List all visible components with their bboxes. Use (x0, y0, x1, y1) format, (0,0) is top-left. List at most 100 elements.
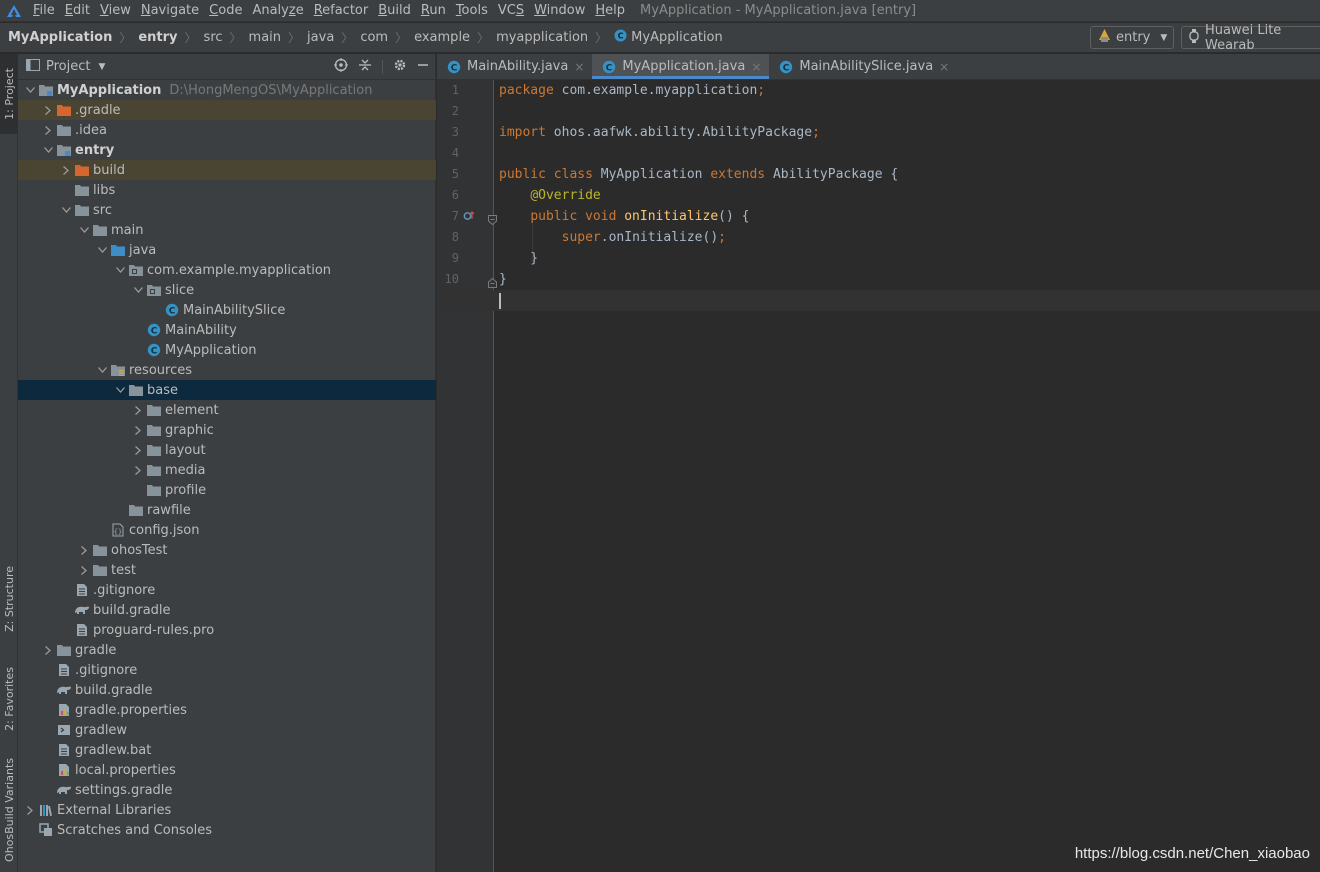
chevron-right-icon[interactable] (76, 560, 92, 580)
tree-item[interactable]: build.gradle (18, 680, 436, 700)
tree-item[interactable]: .idea (18, 120, 436, 140)
chevron-down-icon[interactable] (94, 240, 110, 260)
chevron-right-icon[interactable] (22, 800, 38, 820)
menu-refactor[interactable]: Refactor (309, 3, 374, 18)
chevron-down-icon[interactable] (40, 140, 56, 160)
tree-item[interactable]: src (18, 200, 436, 220)
menu-edit[interactable]: Edit (60, 3, 95, 18)
chevron-right-icon[interactable] (130, 400, 146, 420)
menu-code[interactable]: Code (204, 3, 247, 18)
menu-window[interactable]: Window (529, 3, 590, 18)
tool-tab-project[interactable]: 1: Project (0, 54, 18, 134)
breadcrumb-item[interactable]: MyApplication (8, 30, 112, 45)
editor-tab[interactable]: C MainAbility.java × (437, 54, 592, 79)
tree-item[interactable]: entry (18, 140, 436, 160)
tree-item[interactable]: main (18, 220, 436, 240)
chevron-right-icon[interactable] (130, 460, 146, 480)
chevron-right-icon[interactable] (130, 440, 146, 460)
device-select[interactable]: Huawei Lite Wearab (1181, 23, 1320, 53)
tree-item[interactable]: media (18, 460, 436, 480)
tree-item[interactable]: gradlew.bat (18, 740, 436, 760)
close-icon[interactable]: × (751, 60, 761, 74)
tree-item[interactable]: build.gradle (18, 600, 436, 620)
chevron-right-icon[interactable] (40, 100, 56, 120)
tree-item[interactable]: graphic (18, 420, 436, 440)
menu-navigate[interactable]: Navigate (136, 3, 204, 18)
tree-item[interactable]: C MainAbility (18, 320, 436, 340)
tree-item[interactable]: Scratches and Consoles (18, 820, 436, 840)
chevron-down-icon[interactable] (22, 80, 38, 100)
tree-item[interactable]: resources (18, 360, 436, 380)
tool-tab-favorites[interactable]: 2: Favorites (0, 654, 18, 744)
gear-icon[interactable] (393, 58, 407, 76)
breadcrumb-item[interactable]: example (414, 30, 470, 45)
menu-help[interactable]: Help (590, 3, 630, 18)
breadcrumb-item[interactable]: main (249, 30, 281, 45)
tree-item[interactable]: gradle (18, 640, 436, 660)
chevron-right-icon[interactable] (40, 640, 56, 660)
tree-item[interactable]: {} config.json (18, 520, 436, 540)
fold-marker-icon[interactable] (488, 214, 497, 229)
chevron-down-icon[interactable] (58, 200, 74, 220)
tree-item[interactable]: .gradle (18, 100, 436, 120)
close-icon[interactable]: × (939, 60, 949, 74)
menu-run[interactable]: Run (416, 3, 451, 18)
breadcrumb-item[interactable]: myapplication (496, 30, 588, 45)
tree-item[interactable]: layout (18, 440, 436, 460)
menu-analyze[interactable]: Analyze (247, 3, 308, 18)
tool-tab-structure[interactable]: Z: Structure (0, 554, 18, 644)
tree-item[interactable]: C MainAbilitySlice (18, 300, 436, 320)
chevron-down-icon[interactable] (112, 380, 128, 400)
chevron-down-icon[interactable] (112, 260, 128, 280)
tree-item[interactable]: gradle.properties (18, 700, 436, 720)
breadcrumb-item[interactable]: java (307, 30, 334, 45)
chevron-right-icon[interactable] (58, 160, 74, 180)
chevron-down-icon[interactable]: ▼ (98, 62, 105, 72)
chevron-right-icon[interactable] (130, 420, 146, 440)
breadcrumb-item[interactable]: entry (138, 30, 177, 45)
chevron-down-icon[interactable] (76, 220, 92, 240)
chevron-right-icon[interactable] (76, 540, 92, 560)
menu-build[interactable]: Build (373, 3, 416, 18)
editor-tab[interactable]: C MyApplication.java × (592, 54, 770, 79)
chevron-down-icon[interactable] (94, 360, 110, 380)
tree-item[interactable]: proguard-rules.pro (18, 620, 436, 640)
tree-item[interactable]: .gitignore (18, 580, 436, 600)
locate-icon[interactable] (334, 58, 348, 76)
tree-item[interactable]: gradlew (18, 720, 436, 740)
tree-item[interactable]: slice (18, 280, 436, 300)
chevron-right-icon[interactable] (40, 120, 56, 140)
menu-file[interactable]: File (28, 3, 60, 18)
tree-item[interactable]: base (18, 380, 436, 400)
tree-item[interactable]: local.properties (18, 760, 436, 780)
tree-item[interactable]: java (18, 240, 436, 260)
tree-item[interactable]: ohosTest (18, 540, 436, 560)
tree-item[interactable]: External Libraries (18, 800, 436, 820)
override-marker-icon[interactable] (463, 210, 475, 226)
tree-item[interactable]: rawfile (18, 500, 436, 520)
run-config-select[interactable]: entry ▼ (1090, 26, 1174, 49)
tree-item[interactable]: build (18, 160, 436, 180)
tree-item[interactable]: profile (18, 480, 436, 500)
chevron-down-icon[interactable] (130, 280, 146, 300)
tool-tab-build-variants[interactable]: OhosBuild Variants (0, 754, 18, 866)
tree-item[interactable]: settings.gradle (18, 780, 436, 800)
tree-item[interactable]: C MyApplication (18, 340, 436, 360)
breadcrumb-item[interactable]: MyApplication (631, 30, 723, 45)
breadcrumb-item[interactable]: src (204, 30, 223, 45)
tree-item[interactable]: com.example.myapplication (18, 260, 436, 280)
tree-item[interactable]: MyApplication D:\HongMengOS\MyApplication (18, 80, 436, 100)
hide-panel-icon[interactable] (417, 59, 429, 75)
editor-tab[interactable]: C MainAbilitySlice.java × (769, 54, 957, 79)
tree-item[interactable]: libs (18, 180, 436, 200)
tree-item[interactable]: test (18, 560, 436, 580)
project-view-select[interactable]: Project (46, 59, 90, 74)
tree-item[interactable]: element (18, 400, 436, 420)
close-icon[interactable]: × (574, 60, 584, 74)
menu-tools[interactable]: Tools (451, 3, 493, 18)
tree-item[interactable]: .gitignore (18, 660, 436, 680)
menu-vcs[interactable]: VCS (493, 3, 529, 18)
breadcrumb-item[interactable]: com (360, 30, 388, 45)
menu-view[interactable]: View (95, 3, 136, 18)
collapse-all-icon[interactable] (358, 58, 372, 76)
